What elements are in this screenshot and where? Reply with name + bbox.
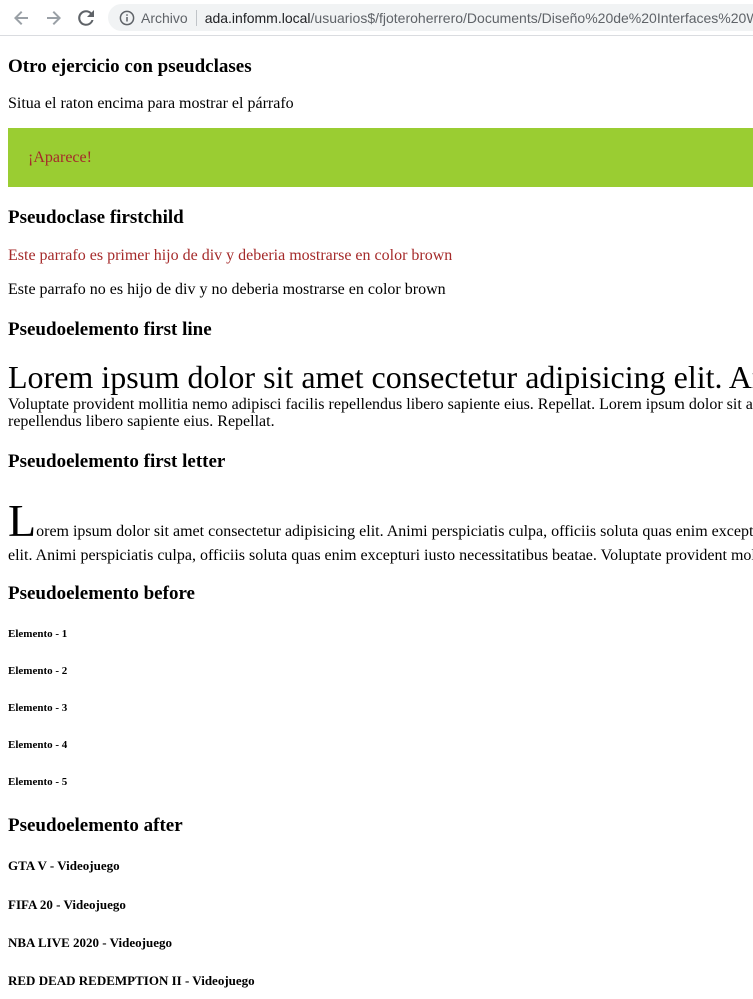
- first-letter-line-1-rest: orem ipsum dolor sit amet consectetur ad…: [36, 523, 753, 540]
- address-bar[interactable]: Archivo ada.infomm.local /usuarios$/fjot…: [108, 4, 753, 31]
- first-line-text: Lorem ipsum dolor sit amet consectetur a…: [8, 359, 753, 395]
- drop-cap-letter: L: [8, 495, 37, 546]
- list-item: GTA V - Videojuego: [8, 858, 120, 873]
- hover-instruction: Situa el raton encima para mostrar el pá…: [8, 95, 294, 112]
- arrow-left-icon: [14, 11, 28, 25]
- address-divider: [195, 9, 197, 26]
- section-title-before: Pseudoelemento before: [8, 583, 195, 604]
- reveal-text: ¡Aparece!: [28, 148, 92, 166]
- lorem-line-3: repellendus libero sapiente eius. Repell…: [8, 413, 275, 430]
- list-item: Elemento - 1: [8, 628, 68, 640]
- url-path: /usuarios$/fjoteroherrero/Documents/Dise…: [310, 9, 753, 26]
- list-item: FIFA 20 - Videojuego: [8, 897, 126, 912]
- non-child-paragraph: Este parrafo no es hijo de div y no debe…: [8, 281, 446, 298]
- list-item: Elemento - 4: [8, 739, 68, 751]
- site-info-chip[interactable]: Archivo: [141, 10, 188, 26]
- back-button[interactable]: [9, 6, 33, 30]
- first-letter-line-1: Lorem ipsum dolor sit amet consectetur a…: [8, 498, 753, 544]
- section-title-after: Pseudoelemento after: [8, 815, 183, 836]
- reload-button[interactable]: [74, 6, 98, 30]
- hover-reveal-box[interactable]: ¡Aparece!: [8, 128, 753, 187]
- section-title-pseudoclases: Otro ejercicio con pseudclases: [8, 56, 252, 77]
- section-title-first-line: Pseudoelemento first line: [8, 319, 212, 340]
- lorem-line-2: Voluptate provident mollitia nemo adipis…: [8, 396, 753, 413]
- first-child-paragraph: Este parrafo es primer hijo de div y deb…: [8, 247, 453, 264]
- info-icon[interactable]: [119, 10, 135, 26]
- section-title-firstchild: Pseudoclase firstchild: [8, 207, 184, 228]
- list-item: RED DEAD REDEMPTION II - Videojuego: [8, 973, 255, 988]
- url-host: ada.infomm.local: [204, 9, 311, 26]
- reload-icon: [78, 10, 94, 26]
- section-title-first-letter: Pseudoelemento first letter: [8, 451, 226, 472]
- list-item: NBA LIVE 2020 - Videojuego: [8, 935, 172, 950]
- list-item: Elemento - 3: [8, 702, 68, 714]
- first-letter-line-2: elit. Animi perspiciatis culpa, officiis…: [8, 547, 753, 564]
- arrow-right-icon: [47, 11, 61, 25]
- forward-button[interactable]: [42, 6, 66, 30]
- list-item: Elemento - 5: [8, 776, 68, 788]
- browser-toolbar: Archivo ada.infomm.local /usuarios$/fjot…: [0, 0, 753, 36]
- list-item: Elemento - 2: [8, 665, 68, 677]
